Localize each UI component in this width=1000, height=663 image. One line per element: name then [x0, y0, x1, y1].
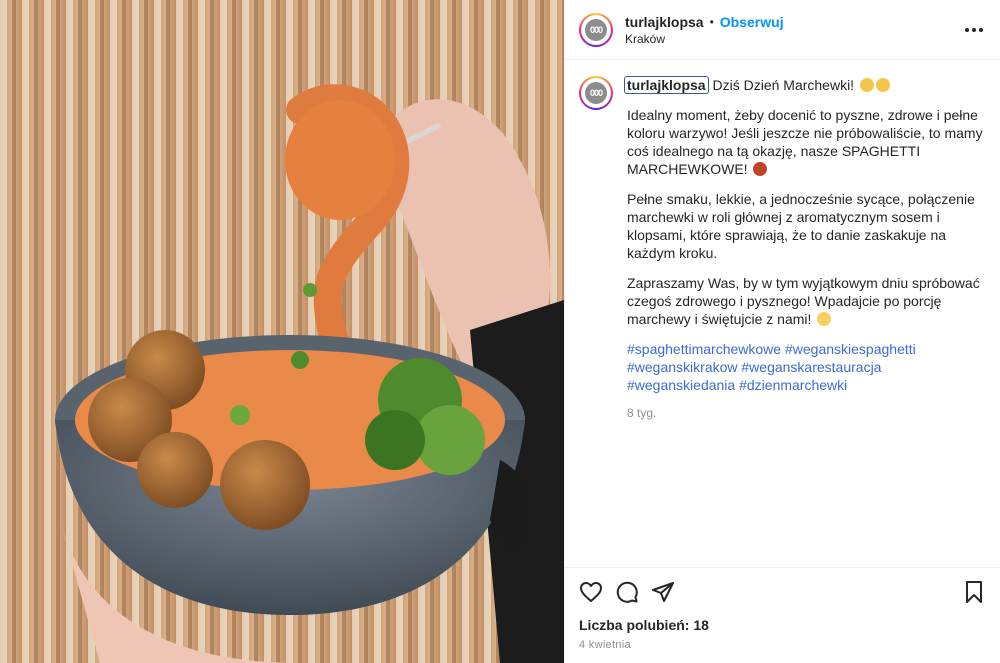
follow-button[interactable]: Obserwuj — [720, 14, 784, 30]
shush-emoji-icon-2 — [875, 78, 890, 92]
caption-avatar[interactable]: 000 — [579, 76, 613, 110]
caption-avatar-logo: 000 — [585, 82, 607, 104]
clapping-emoji-icon — [817, 312, 832, 326]
time-ago: 8 tyg. — [627, 406, 657, 420]
hashtag-link[interactable]: #spaghettimarchewkowe — [627, 341, 781, 357]
hashtag-link[interactable]: #weganskiespaghetti — [785, 341, 916, 357]
hashtag-link[interactable]: #weganskiedania — [627, 377, 735, 393]
bookmark-icon[interactable] — [962, 580, 986, 604]
hashtags: #spaghettimarchewkowe #weganskiespaghett… — [627, 340, 986, 394]
caption-area: 000 turlajklopsa Dziś Dzień Marchewki! I… — [565, 60, 1000, 567]
caption-paragraph-1: Idealny moment, żeby docenić to pyszne, … — [627, 107, 983, 177]
more-options-icon[interactable] — [962, 18, 986, 42]
separator-dot: • — [709, 14, 714, 29]
hashtag-link[interactable]: #weganskarestauracja — [741, 359, 881, 375]
heart-icon[interactable] — [579, 580, 603, 604]
post-header: 000 turlajklopsa • Obserwuj Kraków — [565, 0, 1000, 60]
comment-icon[interactable] — [615, 580, 639, 604]
shush-emoji-icon — [859, 78, 874, 92]
caption-first-line: Dziś Dzień Marchewki! — [712, 77, 855, 93]
username-link[interactable]: turlajklopsa — [625, 14, 704, 30]
spaghetti-emoji-icon — [753, 162, 768, 176]
caption-paragraph-2: Pełne smaku, lekkie, a jednocześnie sycą… — [627, 191, 975, 261]
post-date: 4 kwietnia — [579, 639, 631, 651]
post-side-panel: 000 turlajklopsa • Obserwuj Kraków 000 t… — [564, 0, 1000, 663]
food-photo-illustration — [0, 0, 564, 663]
location-link[interactable]: Kraków — [625, 32, 962, 46]
caption-comment: 000 turlajklopsa Dziś Dzień Marchewki! I… — [579, 76, 986, 422]
hashtag-link[interactable]: #weganskikrakow — [627, 359, 738, 375]
share-icon[interactable] — [651, 580, 675, 604]
caption-username-link[interactable]: turlajklopsa — [624, 76, 709, 94]
action-bar — [565, 567, 1000, 615]
post-photo[interactable] — [0, 0, 564, 663]
avatar[interactable]: 000 — [579, 12, 613, 47]
caption-paragraph-3: Zapraszamy Was, by w tym wyjątkowym dniu… — [627, 275, 980, 327]
likes-count[interactable]: Liczba polubień: 18 — [565, 615, 1000, 633]
avatar-logo: 000 — [585, 18, 607, 41]
hashtag-link[interactable]: #dzienmarchewki — [739, 377, 847, 393]
